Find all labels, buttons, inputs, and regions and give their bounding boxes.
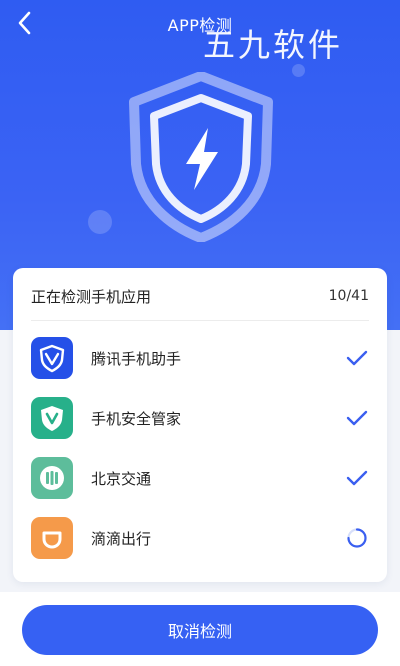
cancel-detection-button[interactable]: 取消检测 — [22, 605, 378, 655]
tencent-assistant-icon — [31, 337, 73, 379]
security-manager-icon — [31, 397, 73, 439]
scan-progress: 10/41 — [328, 288, 369, 304]
app-name: 北京交通 — [91, 469, 152, 488]
divider — [31, 320, 369, 321]
decorative-dot — [88, 210, 112, 234]
scan-header: 正在检测手机应用 10/41 — [31, 286, 369, 306]
list-item: 滴滴出行 — [31, 516, 369, 560]
list-item: 北京交通 — [31, 456, 369, 500]
beijing-transit-icon — [31, 457, 73, 499]
list-item: 腾讯手机助手 — [31, 336, 369, 380]
watermark: 五九软件 — [203, 26, 344, 64]
scan-heading: 正在检测手机应用 — [31, 287, 152, 306]
loading-spinner-icon — [345, 526, 369, 550]
checkmark-icon — [345, 346, 369, 370]
list-item: 手机安全管家 — [31, 396, 369, 440]
app-name: 腾讯手机助手 — [91, 349, 182, 368]
shield-lightning-icon — [129, 72, 273, 242]
app-name: 手机安全管家 — [91, 409, 182, 428]
scan-card: 正在检测手机应用 10/41 腾讯手机助手 手机安全管家 北京交通 滴滴出行 — [13, 268, 387, 582]
didi-icon — [31, 517, 73, 559]
checkmark-icon — [345, 466, 369, 490]
checkmark-icon — [345, 406, 369, 430]
app-name: 滴滴出行 — [91, 529, 152, 548]
